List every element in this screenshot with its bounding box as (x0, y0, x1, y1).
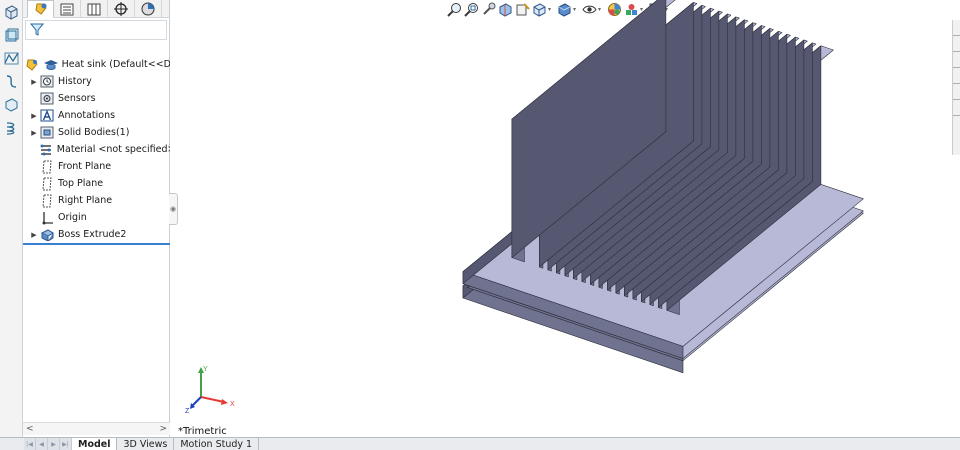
view-cube-icon[interactable] (3, 27, 20, 44)
task-pane-strip[interactable] (952, 20, 960, 155)
tab-motion-study[interactable]: Motion Study 1 (174, 438, 260, 450)
extrude-icon (39, 228, 55, 242)
tree-filter[interactable] (25, 20, 167, 40)
left-task-strip (0, 0, 23, 437)
triad-z-label: Z (185, 408, 190, 414)
tab-display-manager[interactable] (135, 0, 162, 18)
part-name: Heat sink (Default<<Def (61, 59, 170, 70)
tree-item-top-plane[interactable]: Top Plane (23, 175, 170, 192)
resources-icon[interactable] (953, 26, 960, 36)
tree-item-annotations[interactable]: ▶ Annotations (23, 107, 170, 124)
expand-arrow-icon[interactable]: ▶ (29, 231, 39, 239)
scroll-left-button[interactable]: < (26, 424, 34, 434)
file-explorer-icon[interactable] (953, 58, 960, 68)
curve-icon[interactable] (3, 73, 20, 90)
tree-item-history[interactable]: ▶ History (23, 73, 170, 90)
tab-3d-views[interactable]: 3D Views (117, 438, 175, 450)
tab-property-manager[interactable] (54, 0, 81, 18)
part-icon[interactable] (3, 4, 20, 21)
feature-manager-panel: Heat sink (Default<<Def ▶ History Sensor… (23, 0, 170, 437)
next-tab-icon[interactable]: ▶ (48, 438, 60, 450)
plane-icon (39, 177, 55, 191)
bottom-tab-bar: |◀ ◀ ▶ ▶| Model 3D Views Motion Study 1 (0, 437, 960, 450)
tree-root-part[interactable]: Heat sink (Default<<Def (23, 56, 170, 73)
tab-navigation: |◀ ◀ ▶ ▶| (24, 438, 72, 450)
graphics-area[interactable]: ▾ ▾ ▾ ▾ ▾ Y X Z *Trimetric (178, 0, 952, 437)
tree-item-label: Boss Extrude2 (58, 229, 127, 240)
collapse-arrow-icon[interactable]: ◉ (170, 205, 176, 213)
tab-dimxpert-manager[interactable] (108, 0, 135, 18)
tree-item-label: Origin (58, 212, 87, 223)
tree-item-material[interactable]: Material <not specified> (23, 141, 170, 158)
tree-item-label: Solid Bodies(1) (58, 127, 130, 138)
tree-horizontal-scrollbar[interactable]: < > (23, 422, 170, 435)
feature-tree: Heat sink (Default<<Def ▶ History Sensor… (23, 56, 170, 243)
tree-item-label: Front Plane (58, 161, 112, 172)
last-tab-icon[interactable]: ▶| (60, 438, 72, 450)
solid-bodies-icon (39, 126, 55, 140)
funnel-icon[interactable] (29, 22, 45, 39)
appearances-icon[interactable] (953, 90, 960, 100)
prev-tab-icon[interactable]: ◀ (36, 438, 48, 450)
reference-triad: Y X Z (185, 366, 235, 414)
tree-item-label: Annotations (58, 110, 116, 121)
design-library-icon[interactable] (953, 42, 960, 52)
material-icon (39, 143, 54, 157)
triad-x-label: X (230, 401, 235, 408)
tree-item-label: Material <not specified> (56, 144, 170, 155)
triad-y-label: Y (203, 366, 208, 373)
custom-properties-icon[interactable] (953, 106, 960, 116)
tree-item-sensors[interactable]: Sensors (23, 90, 170, 107)
view-orientation-label: *Trimetric (178, 426, 227, 437)
origin-icon (39, 211, 55, 225)
history-icon (39, 75, 55, 89)
surface-icon[interactable] (3, 96, 20, 113)
tab-feature-manager[interactable] (27, 0, 54, 18)
sensor-icon (39, 92, 55, 106)
first-tab-icon[interactable]: |◀ (24, 438, 36, 450)
view-palette-icon[interactable] (953, 74, 960, 84)
scroll-right-button[interactable]: > (159, 424, 167, 434)
panel-collapse-handle[interactable]: ◉ (169, 193, 178, 225)
rollback-bar[interactable] (23, 243, 170, 245)
expand-arrow-icon[interactable]: ▶ (29, 112, 39, 120)
feature-manager-icon (25, 58, 40, 72)
spring-icon[interactable] (3, 119, 20, 136)
tree-item-front-plane[interactable]: Front Plane (23, 158, 170, 175)
heat-sink-model[interactable] (178, 0, 952, 437)
triad-x-arrow (221, 399, 228, 405)
expand-arrow-icon[interactable]: ▶ (29, 78, 39, 86)
plane-icon (39, 160, 55, 174)
triad-x-axis (200, 396, 225, 403)
triad-z-axis (191, 396, 202, 407)
annotation-icon (39, 109, 55, 123)
tree-item-label: Sensors (58, 93, 96, 104)
tree-item-label: History (58, 76, 92, 87)
tree-item-label: Right Plane (58, 195, 113, 206)
sketch-icon[interactable] (3, 50, 20, 67)
tree-item-label: Top Plane (58, 178, 104, 189)
tab-model[interactable]: Model (72, 438, 118, 450)
tree-item-boss-extrude[interactable]: ▶ Boss Extrude2 (23, 226, 170, 243)
plane-icon (39, 194, 55, 208)
tree-item-origin[interactable]: Origin (23, 209, 170, 226)
feature-manager-tabs (23, 0, 169, 18)
part-icon (43, 58, 59, 72)
expand-arrow-icon[interactable]: ▶ (29, 129, 39, 137)
tree-item-right-plane[interactable]: Right Plane (23, 192, 170, 209)
tree-item-solid-bodies[interactable]: ▶ Solid Bodies(1) (23, 124, 170, 141)
tab-configuration-manager[interactable] (81, 0, 108, 18)
